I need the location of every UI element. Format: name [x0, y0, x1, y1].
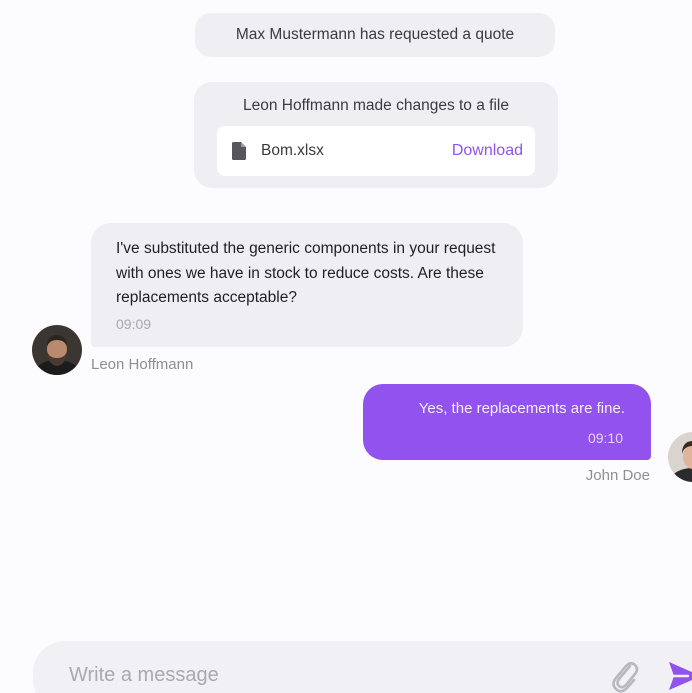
file-icon	[232, 142, 246, 160]
avatar-image	[32, 325, 82, 375]
message-time: 09:10	[587, 430, 623, 446]
file-attachment: Bom.xlsx Download	[217, 126, 535, 176]
send-icon[interactable]	[668, 660, 692, 692]
avatar[interactable]	[32, 325, 82, 375]
download-link[interactable]: Download	[452, 142, 523, 160]
system-message-text: Max Mustermann has requested a quote	[235, 26, 515, 43]
message-bubble-incoming: I've substituted the generic components …	[91, 223, 523, 347]
sender-name: John Doe	[585, 467, 650, 484]
message-input[interactable]	[69, 661, 569, 689]
message-composer	[33, 641, 692, 693]
file-change-text: Leon Hoffmann made changes to a file	[243, 97, 509, 114]
paperclip-icon[interactable]	[610, 657, 640, 693]
message-text: I've substituted the generic components …	[116, 240, 496, 306]
avatar[interactable]	[668, 432, 692, 482]
message-text: Yes, the replacements are fine.	[418, 400, 625, 417]
file-change-card: Leon Hoffmann made changes to a file Bom…	[194, 82, 558, 188]
file-name: Bom.xlsx	[261, 142, 324, 159]
system-message-quote-request: Max Mustermann has requested a quote	[195, 13, 555, 57]
message-bubble-outgoing: Yes, the replacements are fine. 09:10	[363, 384, 651, 460]
chat-view: Max Mustermann has requested a quote Leo…	[0, 0, 692, 693]
avatar-image	[668, 432, 692, 482]
sender-name: Leon Hoffmann	[91, 356, 194, 373]
message-time: 09:09	[116, 315, 152, 332]
